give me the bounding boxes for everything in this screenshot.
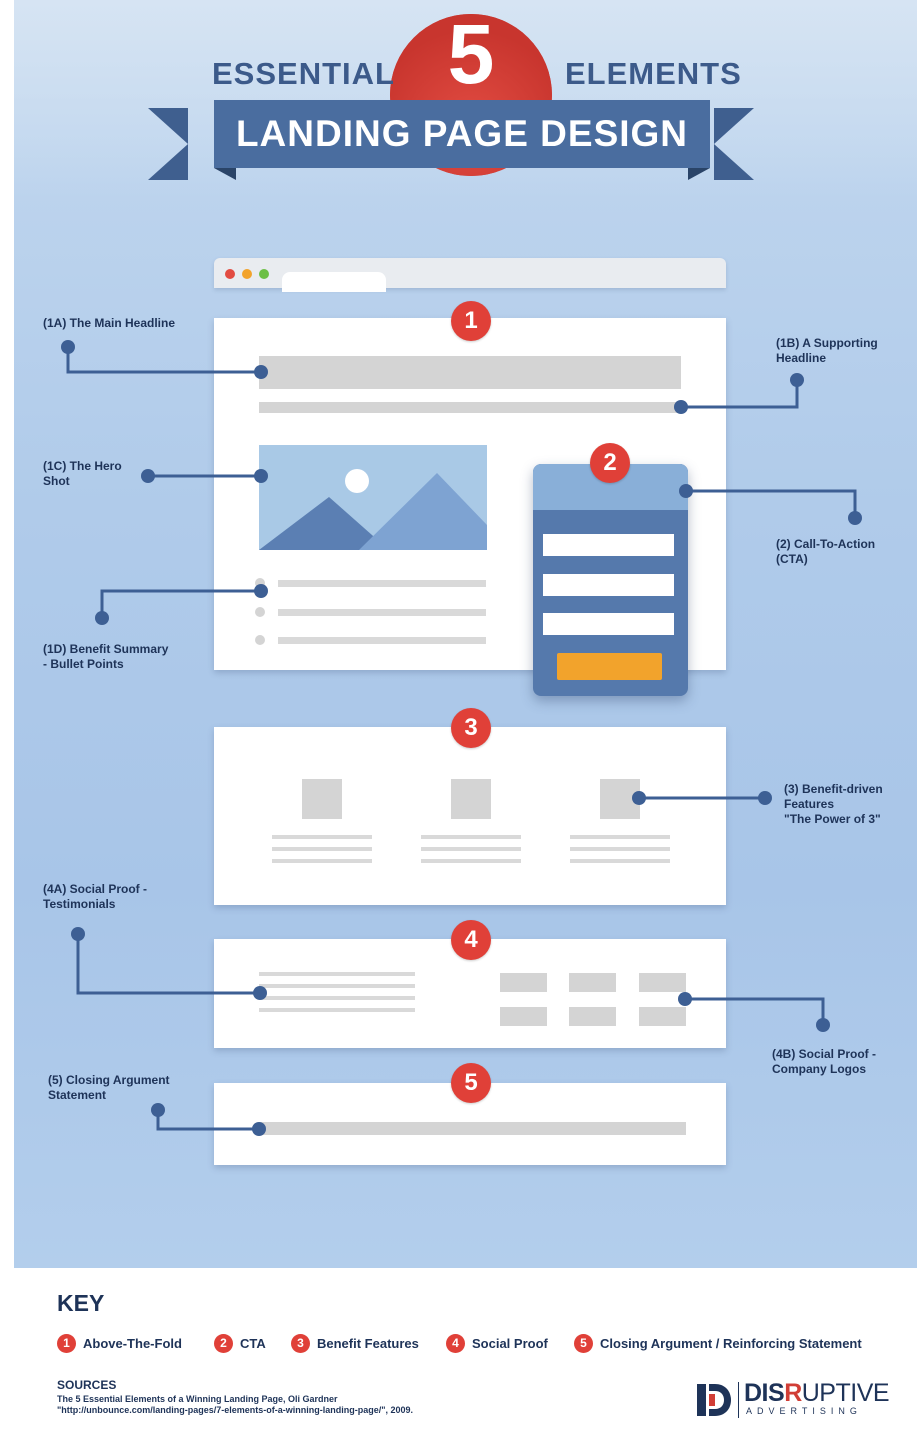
key-number-badge: 1 [57, 1334, 76, 1353]
key-number-badge: 5 [574, 1334, 593, 1353]
callout-supporting-headline: (1B) A Supporting Headline [776, 336, 878, 365]
key-heading: KEY [57, 1290, 105, 1316]
sources-heading: SOURCES [57, 1378, 117, 1392]
logo-subtitle: ADVERTISING [746, 1406, 862, 1416]
minimize-dot-icon [242, 269, 252, 279]
key-item-social-proof: 4 Social Proof [446, 1334, 548, 1353]
key-label: CTA [240, 1336, 266, 1351]
maximize-dot-icon [259, 269, 269, 279]
feature-text-line [272, 859, 372, 863]
key-label: Social Proof [472, 1336, 548, 1351]
hero-shot-image [259, 445, 487, 550]
company-logo-placeholder [639, 1007, 686, 1026]
logo-wordmark: DISRUPTIVE [744, 1379, 890, 1408]
key-label: Above-The-Fold [83, 1336, 182, 1351]
company-logo-placeholder [639, 973, 686, 992]
logo-word-red: R [784, 1379, 802, 1407]
ribbon-tail-right [714, 108, 754, 180]
logo-word-rest: UPTIVE [801, 1379, 890, 1407]
feature-icon-placeholder [600, 779, 640, 819]
company-logo-placeholder [500, 973, 547, 992]
ribbon-fold-left [214, 168, 236, 180]
cta-form [533, 464, 688, 696]
badge-2: 2 [590, 443, 630, 483]
bullet-line [278, 580, 486, 587]
company-logo-placeholder [500, 1007, 547, 1026]
testimonial-line [259, 1008, 415, 1012]
badge-3: 3 [451, 708, 491, 748]
feature-icon-placeholder [451, 779, 491, 819]
feature-icon-placeholder [302, 779, 342, 819]
key-number-badge: 2 [214, 1334, 233, 1353]
feature-text-line [272, 835, 372, 839]
key-label: Benefit Features [317, 1336, 419, 1351]
company-logo-placeholder [569, 1007, 616, 1026]
ribbon-fold-right [688, 168, 710, 180]
cta-input-field [543, 574, 674, 596]
key-item-benefit-features: 3 Benefit Features [291, 1334, 419, 1353]
bullet-line [278, 637, 486, 644]
close-dot-icon [225, 269, 235, 279]
callout-closing-argument: (5) Closing Argument Statement [48, 1073, 170, 1102]
testimonial-line [259, 984, 415, 988]
feature-text-line [421, 835, 521, 839]
company-logo-placeholder [569, 973, 616, 992]
bullet-line [278, 609, 486, 616]
browser-tab [282, 272, 386, 292]
badge-4: 4 [451, 920, 491, 960]
feature-text-line [421, 847, 521, 851]
testimonial-line [259, 972, 415, 976]
cta-submit-button [557, 653, 662, 680]
feature-text-line [570, 847, 670, 851]
testimonial-line [259, 996, 415, 1000]
sources-text: The 5 Essential Elements of a Winning La… [57, 1394, 414, 1415]
logo-divider [738, 1382, 739, 1418]
feature-text-line [570, 835, 670, 839]
infographic: 5 ESSENTIAL ELEMENTS LANDING PAGE DESIGN [0, 0, 917, 1440]
supporting-headline-bar [259, 402, 681, 413]
key-number-badge: 4 [446, 1334, 465, 1353]
callout-benefit-features: (3) Benefit-driven Features "The Power o… [784, 782, 883, 826]
header-number: 5 [447, 7, 495, 101]
callout-hero-shot: (1C) The Hero Shot [43, 459, 122, 488]
closing-statement-bar [259, 1122, 686, 1135]
bullet-dot [255, 635, 265, 645]
callout-main-headline: (1A) The Main Headline [43, 316, 176, 330]
disruptive-logo-icon [697, 1384, 731, 1416]
page-title: LANDING PAGE DESIGN [235, 113, 689, 154]
feature-text-line [570, 859, 670, 863]
bullet-dot [255, 607, 265, 617]
bullet-dot [255, 578, 265, 588]
callout-benefit-summary: (1D) Benefit Summary - Bullet Points [43, 642, 169, 671]
key-item-above-the-fold: 1 Above-The-Fold [57, 1334, 182, 1353]
header-essential: ESSENTIAL [212, 56, 395, 91]
ribbon-tail-left [148, 108, 188, 180]
key-item-closing-argument: 5 Closing Argument / Reinforcing Stateme… [574, 1334, 862, 1353]
callout-company-logos: (4B) Social Proof - Company Logos [772, 1047, 877, 1076]
title-ribbon: LANDING PAGE DESIGN [214, 100, 710, 168]
callout-cta: (2) Call-To-Action (CTA) [776, 537, 876, 566]
badge-1: 1 [451, 301, 491, 341]
header-elements: ELEMENTS [565, 56, 742, 91]
logo-word-bold: DIS [744, 1379, 785, 1407]
feature-text-line [421, 859, 521, 863]
badge-5: 5 [451, 1063, 491, 1103]
key-number-badge: 3 [291, 1334, 310, 1353]
callout-testimonials: (4A) Social Proof - Testimonials [43, 882, 148, 911]
mountain-image-icon [259, 469, 487, 550]
key-item-cta: 2 CTA [214, 1334, 266, 1353]
feature-text-line [272, 847, 372, 851]
key-label: Closing Argument / Reinforcing Statement [600, 1336, 862, 1351]
cta-input-field [543, 613, 674, 635]
cta-input-field [543, 534, 674, 556]
main-headline-bar [259, 356, 681, 389]
